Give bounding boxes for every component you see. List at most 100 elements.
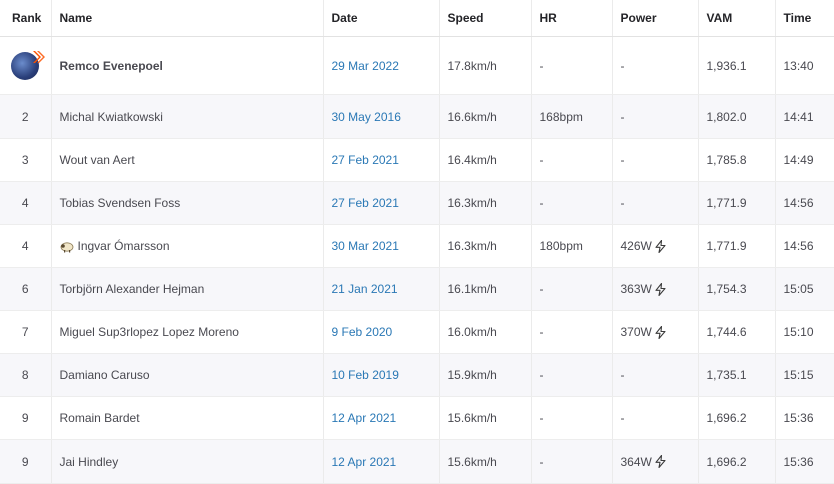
hr-value: -: [539, 325, 544, 339]
speed-value: 17.8km/h: [447, 58, 497, 73]
hr-cell: -: [531, 267, 613, 311]
date-link[interactable]: 30 May 2016: [332, 110, 401, 124]
header-time[interactable]: Time: [775, 0, 834, 37]
speed-cell: 16.3km/h: [439, 224, 532, 268]
athlete-name[interactable]: Wout van Aert: [60, 153, 135, 167]
table-row[interactable]: 4 Tobias Svendsen Foss 27 Feb 2021 16.3km/h…: [0, 181, 834, 225]
date-link[interactable]: 21 Jan 2021: [332, 282, 398, 296]
header-speed[interactable]: Speed: [439, 0, 532, 37]
speed-value: 15.6km/h: [447, 411, 497, 425]
date-cell: 27 Feb 2021: [323, 138, 440, 182]
lightning-bolt-icon: [655, 455, 666, 468]
hr-cell: 168bpm: [531, 94, 613, 139]
lightning-bolt-icon: [655, 239, 666, 253]
speed-cell: 16.4km/h: [439, 138, 532, 182]
time-cell: 14:56: [775, 181, 834, 225]
athlete-name[interactable]: Jai Hindley: [60, 455, 119, 469]
table-row[interactable]: 2 Michal Kwiatkowski 30 May 2016 16.6km/h 16…: [0, 94, 834, 139]
avatar[interactable]: [11, 50, 46, 80]
vam-cell: 1,735.1: [698, 353, 776, 397]
time-value: 14:56: [783, 196, 814, 210]
date-link[interactable]: 9 Feb 2020: [332, 325, 393, 339]
power-value: -: [620, 109, 625, 124]
date-cell: 9 Feb 2020: [323, 310, 440, 354]
time-value: 14:49: [783, 153, 814, 167]
header-hr[interactable]: HR: [531, 0, 613, 37]
table-row[interactable]: 9 Jai Hindley 12 Apr 2021 15.6km/h - 364W 1,69…: [0, 439, 834, 484]
strava-badge-icon: [33, 50, 46, 63]
athlete-name[interactable]: Romain Bardet: [60, 411, 140, 425]
vam-value: 1,785.8: [706, 153, 747, 167]
header-rank[interactable]: Rank: [0, 0, 52, 37]
vam-value: 1,696.2: [706, 454, 747, 469]
time-value: 15:05: [783, 282, 814, 296]
rank-value: 9: [21, 411, 29, 425]
header-name[interactable]: Name: [51, 0, 324, 37]
date-link[interactable]: 12 Apr 2021: [332, 455, 397, 469]
time-value: 14:41: [783, 109, 814, 124]
date-link[interactable]: 12 Apr 2021: [332, 411, 397, 425]
table-row[interactable]: 6 Torbjörn Alexander Hejman 21 Jan 2021 16.…: [0, 267, 834, 311]
speed-value: 15.6km/h: [447, 454, 497, 469]
lightning-bolt-icon: [655, 325, 666, 339]
time-value: 15:10: [783, 325, 814, 339]
header-power[interactable]: Power: [612, 0, 699, 37]
rank-cell: [0, 36, 52, 95]
date-cell: 12 Apr 2021: [323, 439, 440, 484]
athlete-name[interactable]: Tobias Svendsen Foss: [60, 196, 181, 210]
athlete-name[interactable]: Ingvar Ómarsson: [78, 239, 170, 253]
table-row[interactable]: 8 Damiano Caruso 10 Feb 2019 15.9km/h - - 1,73…: [0, 353, 834, 397]
vam-value: 1,744.6: [706, 325, 747, 339]
leaderboard-table: Rank Name Date Speed HR Power VAM Time R…: [0, 0, 834, 484]
speed-value: 16.0km/h: [447, 325, 497, 339]
speed-value: 16.4km/h: [447, 153, 497, 167]
vam-value: 1,754.3: [706, 282, 747, 296]
leaderboard-body: Remco Evenepoel 29 Mar 2022 17.8km/h - - 1,93…: [0, 36, 834, 484]
hr-cell: -: [531, 138, 613, 182]
date-cell: 10 Feb 2019: [323, 353, 440, 397]
date-link[interactable]: 29 Mar 2022: [332, 59, 399, 73]
rank-value: 4: [21, 239, 29, 253]
table-row[interactable]: Remco Evenepoel 29 Mar 2022 17.8km/h - - 1,93…: [0, 36, 834, 95]
athlete-name[interactable]: Michal Kwiatkowski: [60, 110, 163, 124]
power-value: -: [620, 196, 625, 210]
athlete-name[interactable]: Miguel Sup3rlopez Lopez Moreno: [60, 325, 239, 339]
name-cell: Miguel Sup3rlopez Lopez Moreno: [51, 310, 324, 354]
sheep-flag-icon: [60, 242, 73, 253]
date-link[interactable]: 10 Feb 2019: [332, 368, 399, 382]
power-cell: -: [612, 396, 699, 440]
hr-value: -: [539, 454, 544, 469]
hr-value: 168bpm: [539, 109, 583, 124]
table-row[interactable]: 4 Ingvar Ómarsson 30 Mar 2021 16.3km/h 180bp…: [0, 224, 834, 268]
date-cell: 30 May 2016: [323, 94, 440, 139]
time-value: 15:36: [783, 411, 814, 425]
rank-cell: 4: [0, 224, 52, 268]
name-cell: Romain Bardet: [51, 396, 324, 440]
table-row[interactable]: 3 Wout van Aert 27 Feb 2021 16.4km/h - - 1,785…: [0, 138, 834, 182]
athlete-name[interactable]: Damiano Caruso: [60, 368, 150, 382]
time-cell: 15:15: [775, 353, 834, 397]
header-vam[interactable]: VAM: [698, 0, 776, 37]
hr-cell: -: [531, 439, 613, 484]
name-cell: Torbjörn Alexander Hejman: [51, 267, 324, 311]
power-cell: -: [612, 36, 699, 95]
date-link[interactable]: 27 Feb 2021: [332, 153, 399, 167]
time-cell: 15:36: [775, 396, 834, 440]
date-link[interactable]: 27 Feb 2021: [332, 196, 399, 210]
athlete-name[interactable]: Torbjörn Alexander Hejman: [60, 282, 205, 296]
athlete-name[interactable]: Remco Evenepoel: [60, 59, 163, 73]
hr-cell: -: [531, 353, 613, 397]
table-row[interactable]: 7 Miguel Sup3rlopez Lopez Moreno 9 Feb 202…: [0, 310, 834, 354]
speed-value: 16.6km/h: [447, 109, 497, 124]
power-cell: -: [612, 138, 699, 182]
date-cell: 30 Mar 2021: [323, 224, 440, 268]
date-link[interactable]: 30 Mar 2021: [332, 239, 399, 253]
vam-cell: 1,744.6: [698, 310, 776, 354]
header-date[interactable]: Date: [323, 0, 440, 37]
hr-value: -: [539, 58, 544, 73]
speed-cell: 15.9km/h: [439, 353, 532, 397]
table-row[interactable]: 9 Romain Bardet 12 Apr 2021 15.6km/h - - 1,696…: [0, 396, 834, 440]
hr-value: -: [539, 153, 544, 167]
rank-value: 7: [21, 325, 29, 339]
speed-value: 16.3km/h: [447, 239, 497, 253]
